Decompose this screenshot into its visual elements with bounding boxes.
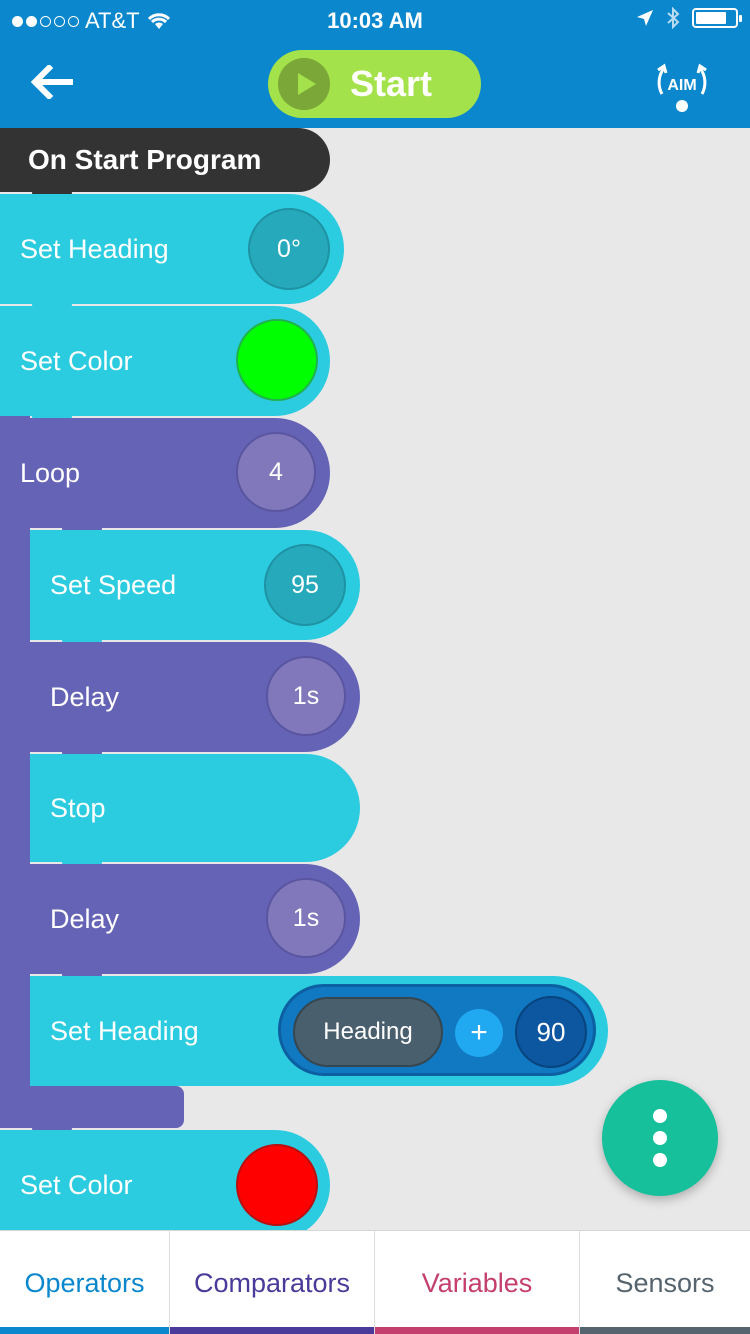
- tab-indicator: [170, 1327, 374, 1334]
- block-label: Set Heading: [50, 1015, 199, 1046]
- tab-label: Sensors: [615, 1267, 715, 1298]
- play-icon: [278, 58, 330, 110]
- aim-button[interactable]: AIM: [650, 54, 714, 118]
- more-vertical-icon-dot: [653, 1153, 667, 1167]
- battery-icon: [692, 8, 742, 28]
- stop-block[interactable]: Stop: [30, 754, 360, 862]
- back-button[interactable]: [28, 58, 76, 106]
- more-vertical-icon: [653, 1109, 667, 1123]
- on-start-label: On Start Program: [28, 144, 262, 175]
- heading-expression[interactable]: Heading + 90: [278, 984, 596, 1076]
- block-label: Delay: [50, 903, 120, 934]
- delay-block[interactable]: Delay 1s: [30, 642, 360, 752]
- tab-label: Operators: [24, 1267, 145, 1298]
- block-label: Delay: [50, 681, 120, 712]
- aim-label: AIM: [667, 77, 696, 94]
- block-label: Loop: [20, 457, 81, 488]
- more-vertical-icon-dot: [653, 1131, 667, 1145]
- delay-value-input[interactable]: 1s: [266, 878, 346, 958]
- location-icon: [637, 10, 653, 26]
- set-color-block[interactable]: Set Color: [0, 306, 330, 416]
- block-label: Set Speed: [50, 569, 177, 600]
- more-options-button[interactable]: [602, 1080, 718, 1196]
- bluetooth-icon: [667, 7, 680, 29]
- loop-block[interactable]: Loop 4: [0, 418, 330, 528]
- tab-indicator: [0, 1327, 169, 1334]
- header-bar: AT&T 10:03 AM Start AIM: [0, 0, 750, 128]
- on-start-block[interactable]: On Start Program: [0, 128, 330, 192]
- tab-indicator: [580, 1327, 750, 1334]
- tab-label: Comparators: [193, 1267, 351, 1298]
- arrow-left-icon: [31, 65, 73, 99]
- set-speed-block[interactable]: Set Speed 95: [30, 530, 360, 640]
- status-right: [636, 7, 742, 29]
- operator-button[interactable]: +: [455, 1009, 503, 1057]
- tab-indicator: [375, 1327, 579, 1334]
- operand-value-input[interactable]: 90: [515, 996, 587, 1068]
- start-button[interactable]: Start: [268, 50, 481, 118]
- delay-value-input[interactable]: 1s: [266, 656, 346, 736]
- loop-end-bar: [0, 1086, 184, 1128]
- color-swatch-red[interactable]: [236, 1144, 318, 1226]
- tab-comparators[interactable]: Comparators: [170, 1231, 375, 1334]
- tab-operators[interactable]: Operators: [0, 1231, 170, 1334]
- category-tabs: Operators Comparators Variables Sensors: [0, 1230, 750, 1334]
- set-heading-block[interactable]: Set Heading 0°: [0, 194, 344, 304]
- tab-label: Variables: [421, 1267, 533, 1298]
- block-label: Stop: [50, 792, 106, 823]
- aim-icon: AIM: [657, 63, 707, 112]
- block-label: Set Heading: [20, 233, 169, 264]
- tab-sensors[interactable]: Sensors: [580, 1231, 750, 1334]
- block-label: Set Color: [20, 345, 133, 376]
- loop-count-input[interactable]: 4: [236, 432, 316, 512]
- set-color-block[interactable]: Set Color: [0, 1130, 330, 1240]
- status-bar: AT&T 10:03 AM: [0, 0, 750, 40]
- variable-chip[interactable]: Heading: [293, 997, 443, 1067]
- delay-block[interactable]: Delay 1s: [30, 864, 360, 974]
- start-button-label: Start: [350, 63, 433, 104]
- color-swatch-green[interactable]: [236, 319, 318, 401]
- speed-value-input[interactable]: 95: [264, 544, 346, 626]
- block-label: Set Color: [20, 1169, 133, 1200]
- tab-variables[interactable]: Variables: [375, 1231, 580, 1334]
- heading-value-input[interactable]: 0°: [248, 208, 330, 290]
